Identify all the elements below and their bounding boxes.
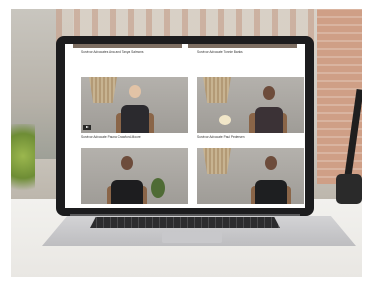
trackpad[interactable]: [162, 232, 222, 243]
flowers: [219, 115, 231, 125]
person: [255, 180, 287, 204]
video-thumbnail-partial[interactable]: [73, 44, 182, 48]
video-thumbnail[interactable]: [81, 148, 188, 204]
person: [121, 105, 149, 133]
video-thumbnail[interactable]: [81, 77, 188, 133]
video-caption[interactable]: Survivor Advocates Ana and Tanya Salmons: [81, 50, 144, 54]
person: [111, 180, 143, 204]
macrame-decor: [203, 148, 231, 174]
video-thumbnail-partial[interactable]: [188, 44, 297, 48]
person-head: [265, 156, 277, 170]
person-head: [263, 86, 275, 100]
video-thumbnail[interactable]: [197, 148, 304, 204]
macrame-decor: [203, 77, 231, 103]
video-caption[interactable]: Survivor Advocate Paul Pedersen: [197, 135, 245, 139]
macrame-decor: [89, 77, 117, 103]
person-head: [121, 156, 133, 170]
laptop-screen: Survivor Advocates Ana and Tanya Salmons…: [65, 44, 305, 208]
person-head: [129, 85, 141, 98]
plant: [11, 124, 35, 204]
video-row-top-partial: [73, 44, 297, 48]
plant: [151, 178, 165, 198]
person: [255, 107, 283, 133]
keyboard[interactable]: [90, 217, 280, 228]
video-thumbnail[interactable]: [197, 77, 304, 133]
mug: [336, 174, 362, 204]
video-caption[interactable]: Survivor Advocate Pauna Crawford-Moore: [81, 135, 141, 139]
play-icon[interactable]: [83, 125, 91, 130]
video-caption[interactable]: Survivor Advocate Tonnie Banks: [197, 50, 243, 54]
